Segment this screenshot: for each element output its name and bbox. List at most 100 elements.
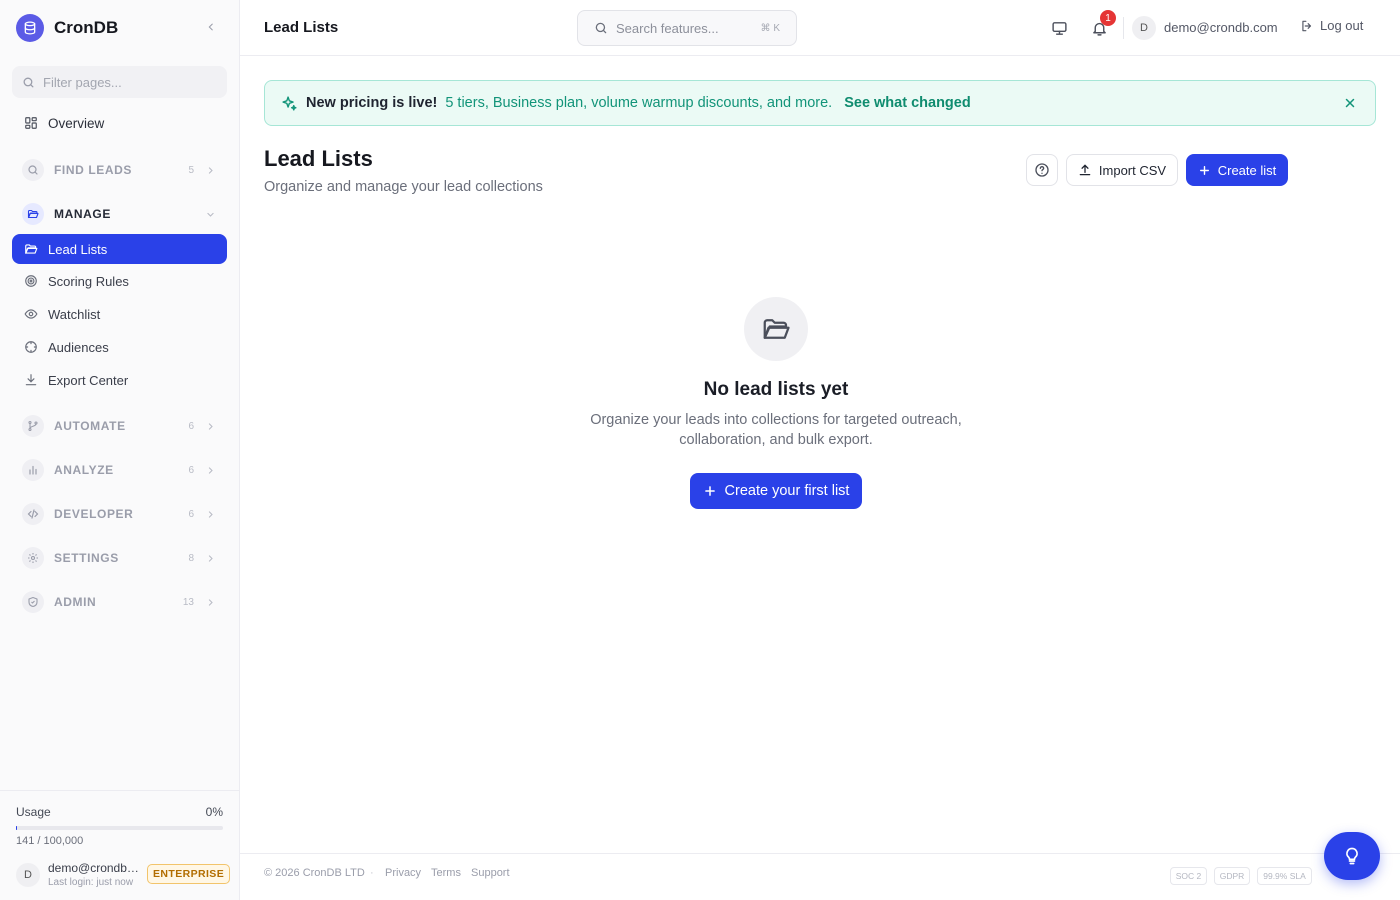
usage-percent: 0% [205, 805, 223, 819]
sidebar-item-label: Overview [48, 115, 105, 131]
section-label: FIND LEADS [54, 163, 132, 177]
section-find-leads[interactable]: FIND LEADS 5 [12, 155, 227, 185]
folder-open-icon [24, 242, 38, 256]
copyright: © 2026 CronDB LTD [264, 867, 365, 879]
header-user-email[interactable]: demo@crondb.com [1164, 20, 1278, 35]
user-email: demo@crondb.com [48, 861, 140, 875]
create-first-list-label: Create your first list [724, 483, 850, 499]
plus-icon [704, 486, 715, 496]
create-list-label: Create list [1217, 162, 1277, 178]
top-header: Lead Lists Search features... ⌘ K 1 D de… [240, 0, 1400, 56]
create-list-button[interactable]: Create list [1186, 154, 1288, 186]
gdpr-badge: GDPR [1214, 867, 1250, 885]
footer: © 2026 CronDB LTD · Privacy Terms Suppor… [240, 853, 1400, 900]
filter-pages-input[interactable] [43, 74, 203, 90]
page-title: Lead Lists [264, 146, 373, 171]
create-first-list-button[interactable]: Create your first list [690, 473, 862, 509]
tips-fab-button[interactable] [1324, 832, 1380, 880]
plus-icon [1199, 165, 1209, 175]
section-count: 6 [188, 420, 194, 432]
sidebar-item-label: Lead Lists [48, 241, 108, 257]
logout-icon [1302, 20, 1312, 31]
section-automate[interactable]: AUTOMATE 6 [12, 411, 227, 441]
sidebar-item-scoring-rules[interactable]: Scoring Rules [12, 266, 227, 296]
section-analyze[interactable]: ANALYZE 6 [12, 455, 227, 485]
help-button[interactable] [1026, 154, 1058, 186]
empty-state-title: No lead lists yet [703, 379, 849, 400]
target-icon [24, 274, 38, 288]
section-label: ADMIN [54, 595, 97, 609]
usage-label: Usage [16, 805, 51, 819]
chevron-left-icon [208, 23, 213, 31]
filter-pages-input-wrapper [12, 66, 227, 98]
section-manage[interactable]: MANAGE [12, 199, 227, 229]
chevron-right-icon [205, 597, 215, 607]
section-count: 8 [188, 552, 194, 564]
sidebar: CronDB Overview FIND LEADS 5 MANAGE Lead [0, 0, 240, 900]
sidebar-item-watchlist[interactable]: Watchlist [12, 299, 227, 329]
header-divider [1123, 17, 1124, 39]
search-shortcut: ⌘ K [760, 22, 780, 34]
section-settings[interactable]: SETTINGS 8 [12, 543, 227, 573]
sidebar-item-overview[interactable]: Overview [12, 108, 227, 138]
user-profile[interactable]: D demo@crondb.com Last login: just now E… [16, 861, 231, 889]
bar-chart-icon [22, 459, 44, 481]
section-label: ANALYZE [54, 463, 114, 477]
section-label: DEVELOPER [54, 507, 134, 521]
section-developer[interactable]: DEVELOPER 6 [12, 499, 227, 529]
sidebar-item-label: Export Center [48, 372, 129, 388]
logout-button[interactable]: Log out [1300, 18, 1363, 33]
search-icon [22, 159, 44, 181]
avatar[interactable]: D [1132, 16, 1156, 40]
import-csv-button[interactable]: Import CSV [1066, 154, 1178, 186]
monitor-icon[interactable] [1049, 18, 1069, 38]
sla-badge: 99.9% SLA [1257, 867, 1312, 885]
last-login: Last login: just now [48, 877, 134, 888]
page-subtitle: Organize and manage your lead collection… [264, 179, 543, 195]
code-icon [22, 503, 44, 525]
search-icon [23, 77, 34, 87]
search-features-input[interactable]: Search features... ⌘ K [577, 10, 797, 46]
collapse-sidebar-button[interactable] [203, 19, 219, 35]
section-count: 13 [182, 596, 194, 608]
sidebar-item-export-center[interactable]: Export Center [12, 365, 227, 395]
footer-separator: · [370, 867, 374, 879]
sidebar-item-lead-lists[interactable]: Lead Lists [12, 234, 227, 264]
chevron-right-icon [205, 553, 215, 563]
logout-label: Log out [1320, 18, 1364, 33]
avatar: D [16, 863, 40, 887]
help-circle-icon [1035, 163, 1049, 177]
section-count: 6 [188, 464, 194, 476]
announcement-banner: New pricing is live! 5 tiers, Business p… [264, 80, 1376, 126]
folder-open-icon [22, 203, 44, 225]
sidebar-item-label: Audiences [48, 339, 109, 355]
search-placeholder: Search features... [616, 20, 719, 36]
section-count: 5 [188, 164, 194, 176]
sidebar-item-label: Watchlist [48, 306, 101, 322]
banner-link[interactable]: See what changed [844, 95, 971, 111]
usage-progress-bar [16, 826, 223, 830]
footer-link-support[interactable]: Support [471, 867, 510, 879]
brand[interactable]: CronDB [16, 14, 118, 42]
chevron-right-icon [205, 509, 215, 519]
eye-icon [24, 307, 38, 321]
footer-link-privacy[interactable]: Privacy [385, 867, 421, 879]
notification-count-badge: 1 [1100, 10, 1116, 26]
close-icon[interactable] [1343, 96, 1357, 110]
chevron-down-icon [205, 209, 215, 219]
header-title: Lead Lists [264, 19, 339, 36]
banner-text: 5 tiers, Business plan, volume warmup di… [445, 95, 833, 111]
sidebar-item-audiences[interactable]: Audiences [12, 332, 227, 362]
usage-panel: Usage 0% 141 / 100,000 D demo@crondb.com… [0, 790, 239, 900]
section-admin[interactable]: ADMIN 13 [12, 587, 227, 617]
sidebar-item-label: Scoring Rules [48, 273, 129, 289]
grid-icon [24, 116, 38, 130]
usage-count: 141 / 100,000 [16, 835, 84, 847]
download-icon [24, 373, 38, 387]
empty-state-description: Organize your leads into collections for… [590, 412, 962, 448]
sparkles-icon [282, 95, 297, 111]
footer-link-terms[interactable]: Terms [431, 867, 461, 879]
search-icon [595, 22, 607, 34]
banner-heading: New pricing is live! [306, 95, 438, 111]
database-icon [16, 14, 44, 42]
